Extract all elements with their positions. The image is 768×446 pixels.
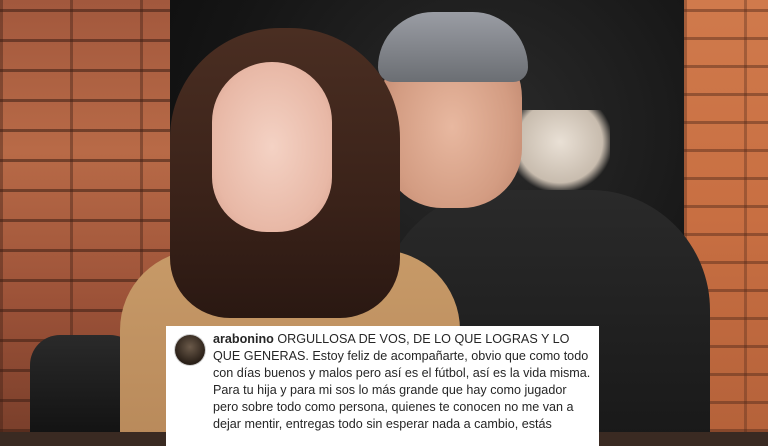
post-caption: arabonino ORGULLOSA DE VOS, DE LO QUE LO… [213, 331, 591, 433]
background-person [510, 110, 610, 190]
instagram-caption-card: arabonino ORGULLOSA DE VOS, DE LO QUE LO… [166, 326, 599, 446]
woman-face [212, 62, 332, 232]
man-hair [378, 12, 528, 82]
avatar[interactable] [175, 335, 205, 365]
caption-text: ORGULLOSA DE VOS, DE LO QUE LOGRAS Y LO … [213, 332, 591, 431]
username-link[interactable]: arabonino [213, 332, 274, 346]
